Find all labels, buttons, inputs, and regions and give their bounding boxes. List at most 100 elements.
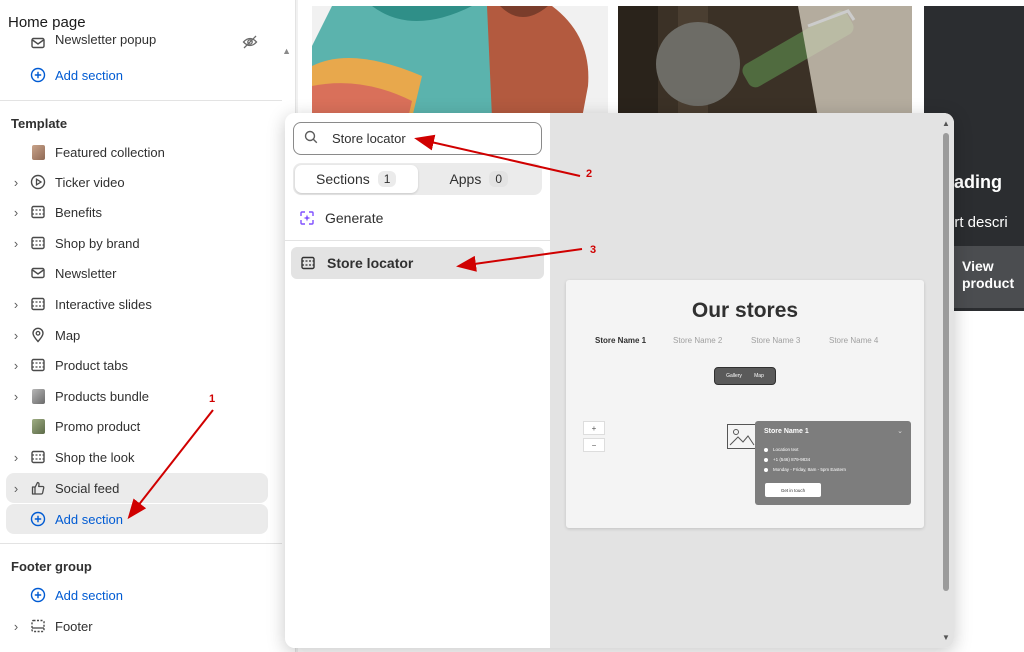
add-section-button-footer[interactable]: Add section	[6, 580, 268, 610]
sidebar-item-product-tabs[interactable]: › Product tabs	[6, 350, 268, 380]
chevron-right-icon[interactable]: ›	[6, 205, 26, 220]
plus-circle-icon	[29, 586, 47, 604]
toggle-map: Map	[754, 373, 764, 379]
result-store-locator[interactable]: Store locator	[291, 247, 544, 279]
store-hours: Monday - Friday, 8am - 5pm Eastern	[764, 467, 846, 472]
zoom-out-icon: −	[583, 438, 605, 452]
sidebar-item-benefits[interactable]: › Benefits	[6, 197, 268, 227]
sidebar-item-label: Shop the look	[55, 449, 135, 465]
scroll-down-icon[interactable]: ▼	[942, 633, 950, 642]
section-icon	[29, 356, 47, 374]
divider	[0, 543, 282, 544]
tab-apps[interactable]: Apps 0	[418, 165, 541, 193]
store-tab: Store Name 3	[751, 336, 801, 345]
template-group-label: Template	[11, 116, 68, 131]
map-pin-icon	[29, 326, 47, 344]
generate-button[interactable]: Generate	[299, 207, 383, 229]
store-tab: Store Name 1	[595, 336, 647, 345]
add-section-button-header[interactable]: Add section	[6, 60, 268, 90]
store-tab: Store Name 4	[829, 336, 879, 345]
add-section-button-template[interactable]: Add section	[6, 504, 268, 534]
scroll-up-icon[interactable]: ▲	[282, 46, 291, 56]
toggle-gallery: Gallery	[726, 373, 742, 379]
sidebar: Home page Newsletter popup ▲ Add section…	[0, 0, 296, 652]
envelope-icon	[29, 264, 47, 282]
sidebar-item-featured-collection[interactable]: Featured collection	[6, 137, 268, 167]
plus-circle-icon	[29, 510, 47, 528]
search-input[interactable]	[332, 131, 512, 146]
tab-label: Apps	[449, 171, 482, 187]
chevron-right-icon[interactable]: ›	[6, 481, 26, 496]
annotation-number-2: 2	[586, 168, 593, 180]
chevron-right-icon[interactable]: ›	[6, 328, 26, 343]
store-info-card: Store Name 1 ⌄ Location text +1 (546) 87…	[755, 421, 911, 505]
chevron-right-icon[interactable]: ›	[6, 450, 26, 465]
annotation-number-3: 3	[590, 244, 597, 256]
preview-image-1	[312, 6, 608, 118]
section-icon	[29, 448, 47, 466]
section-icon	[299, 254, 317, 272]
sidebar-item-products-bundle[interactable]: › Products bundle	[6, 381, 268, 411]
preview-scrollbar[interactable]: ▲ ▼	[942, 119, 950, 642]
sidebar-item-label: Ticker video	[55, 174, 125, 190]
sidebar-item-newsletter-popup[interactable]: Newsletter popup	[6, 30, 268, 56]
sidebar-item-ticker-video[interactable]: › Ticker video	[6, 167, 268, 197]
sidebar-item-promo-product[interactable]: Promo product	[6, 411, 268, 441]
count-badge: 0	[489, 171, 509, 187]
footer-group-label: Footer group	[11, 559, 92, 574]
sidebar-item-footer[interactable]: › Footer	[6, 611, 268, 641]
scroll-up-icon[interactable]: ▲	[942, 119, 950, 128]
section-preview-pane: Our stores Store Name 1 Store Name 2 Sto…	[550, 113, 954, 648]
sidebar-item-label: Newsletter popup	[55, 31, 157, 47]
search-field[interactable]	[293, 122, 542, 155]
sidebar-item-newsletter[interactable]: Newsletter	[6, 258, 268, 288]
sidebar-item-label: Map	[55, 327, 81, 343]
sidebar-item-shop-the-look[interactable]: › Shop the look	[6, 442, 268, 472]
sidebar-item-label: Featured collection	[55, 144, 165, 160]
sidebar-item-interactive-slides[interactable]: › Interactive slides	[6, 289, 268, 319]
sidebar-item-label: Social feed	[55, 480, 120, 496]
chevron-right-icon[interactable]: ›	[6, 175, 26, 190]
add-section-label: Add section	[55, 511, 123, 527]
sidebar-item-label: Products bundle	[55, 388, 149, 404]
section-icon	[29, 234, 47, 252]
image-thumbnail-icon	[29, 387, 47, 405]
sidebar-item-label: Shop by brand	[55, 235, 140, 251]
chevron-down-icon: ⌄	[897, 428, 903, 435]
sidebar-item-label: Interactive slides	[55, 296, 152, 312]
store-tabs: Store Name 1 Store Name 2 Store Name 3 S…	[595, 336, 907, 345]
store-locator-preview: Our stores Store Name 1 Store Name 2 Sto…	[566, 280, 924, 528]
chevron-right-icon[interactable]: ›	[6, 358, 26, 373]
hidden-eye-icon[interactable]	[242, 34, 258, 53]
preview-title: Our stores	[691, 299, 799, 322]
sidebar-item-map[interactable]: › Map	[6, 320, 268, 350]
sidebar-item-social-feed[interactable]: › Social feed	[6, 473, 268, 503]
scrollbar-thumb[interactable]	[943, 133, 949, 591]
page-title: Home page	[8, 14, 86, 31]
zoom-in-icon: +	[583, 421, 605, 435]
divider	[285, 240, 550, 241]
sidebar-item-label: Newsletter	[55, 265, 117, 281]
thumbs-up-icon	[29, 479, 47, 497]
hero-subtext: ort descri	[946, 214, 1008, 231]
plus-circle-icon	[29, 66, 47, 84]
store-location: Location text	[764, 447, 799, 452]
chevron-right-icon[interactable]: ›	[6, 619, 26, 634]
add-section-label: Add section	[55, 587, 123, 603]
tab-sections[interactable]: Sections 1	[295, 165, 418, 193]
chevron-right-icon[interactable]: ›	[6, 389, 26, 404]
image-placeholder-icon	[727, 424, 757, 449]
chevron-right-icon[interactable]: ›	[6, 297, 26, 312]
image-thumbnail-icon	[29, 417, 47, 435]
play-icon	[29, 173, 47, 191]
popover-list-pane: Sections 1 Apps 0 Generate Store locator	[285, 113, 550, 648]
section-icon	[29, 203, 47, 221]
chevron-right-icon[interactable]: ›	[6, 236, 26, 251]
store-tab: Store Name 2	[673, 336, 723, 345]
sidebar-item-label: Benefits	[55, 204, 102, 220]
sidebar-item-label: Product tabs	[55, 357, 128, 373]
section-tabs: Sections 1 Apps 0	[293, 163, 542, 195]
sidebar-item-shop-by-brand[interactable]: › Shop by brand	[6, 228, 268, 258]
annotation-number-1: 1	[209, 393, 216, 405]
sidebar-item-label: Promo product	[55, 418, 141, 434]
